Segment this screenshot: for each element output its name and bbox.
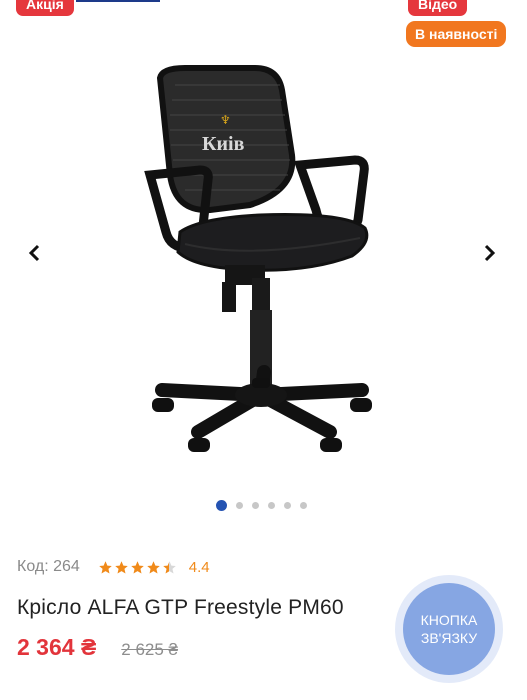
sale-badge: Акція <box>16 0 74 16</box>
star-icon <box>131 560 144 573</box>
carousel-dots <box>216 500 307 511</box>
carousel-dot[interactable] <box>252 502 259 509</box>
next-slide-button[interactable] <box>478 241 502 265</box>
contact-button-line2: ЗВ'ЯЗКУ <box>420 630 478 646</box>
carousel-dot[interactable] <box>284 502 291 509</box>
top-divider <box>76 0 160 2</box>
old-price: 2 625 ₴ <box>121 640 179 659</box>
carousel-dot[interactable] <box>216 500 227 511</box>
star-icon <box>147 560 160 573</box>
carousel-dot[interactable] <box>236 502 243 509</box>
carousel-dot[interactable] <box>300 502 307 509</box>
contact-button-line1: КНОПКА <box>420 612 478 628</box>
product-meta: Код: 264 4.4 <box>17 557 210 577</box>
prev-slide-button[interactable] <box>22 241 46 265</box>
in-stock-badge: В наявності <box>406 21 507 47</box>
svg-text:♆: ♆ <box>220 113 231 127</box>
chevron-left-icon <box>28 244 40 262</box>
video-badge[interactable]: Відео <box>408 0 468 16</box>
product-code: Код: 264 <box>17 558 80 575</box>
contact-button[interactable]: КНОПКА ЗВ'ЯЗКУ <box>403 583 495 675</box>
rating-value: 4.4 <box>188 558 210 576</box>
price-row: 2 364 ₴ 2 625 ₴ <box>17 634 178 661</box>
product-gallery[interactable]: Акція Відео В наявності Киів ♆ <box>0 0 527 530</box>
rating-stars[interactable] <box>98 560 177 575</box>
product-image[interactable]: Киів ♆ <box>140 60 385 465</box>
star-icon <box>99 560 112 573</box>
star-icon <box>163 560 176 573</box>
star-icon <box>115 560 128 573</box>
product-title: Крісло ALFA GTP Freestyle PM60 <box>17 596 344 619</box>
current-price: 2 364 ₴ <box>17 634 97 660</box>
chevron-right-icon <box>484 244 496 262</box>
carousel-dot[interactable] <box>268 502 275 509</box>
chair-logo-text: Киів <box>202 133 245 155</box>
